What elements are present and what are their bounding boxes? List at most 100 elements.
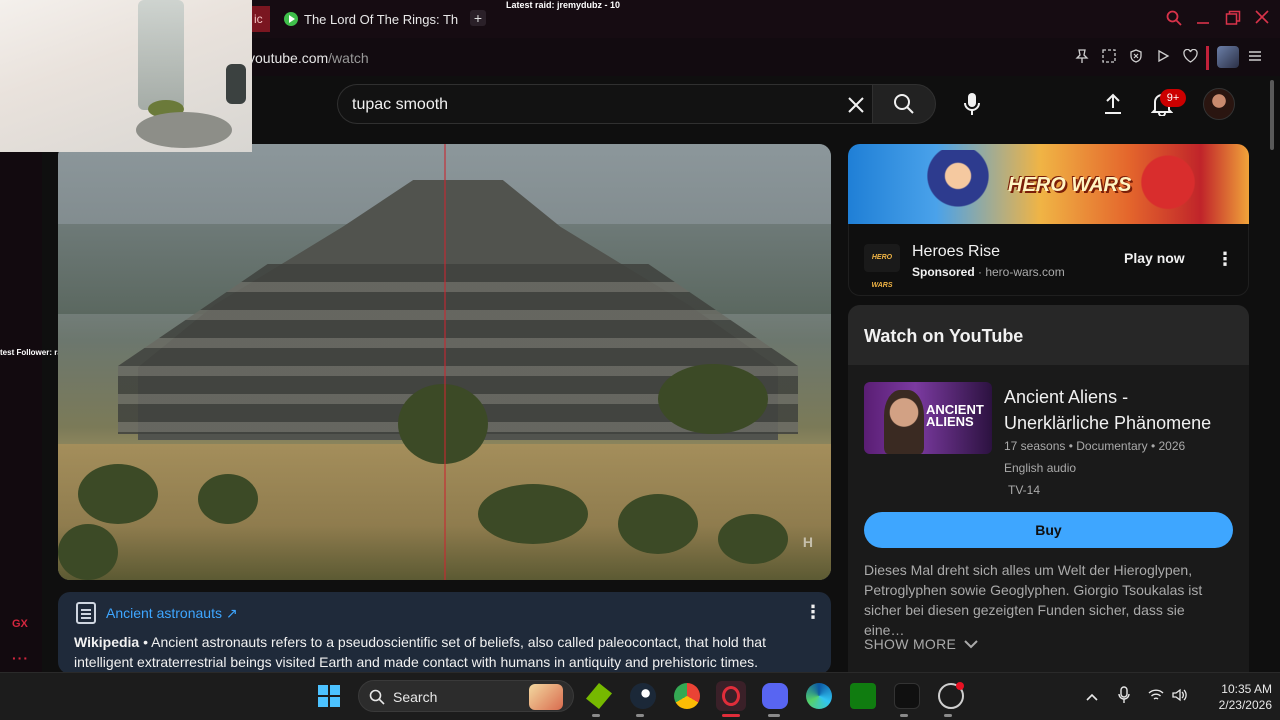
microphone-tray-icon[interactable] — [1118, 686, 1130, 707]
search-tabs-icon[interactable] — [1166, 10, 1182, 31]
browser-tab-active[interactable]: The Lord Of The Rings: Th — [276, 6, 462, 32]
thumbnail-title: ANCIENT ALIENS — [926, 402, 984, 429]
info-link-text: Ancient astronauts — [106, 605, 222, 621]
url-host: youtube.com — [248, 50, 329, 66]
chevron-up-icon[interactable] — [1086, 688, 1098, 704]
edge-icon[interactable] — [806, 683, 832, 709]
url-path: /watch — [328, 50, 369, 66]
video-frame-red-line — [444, 144, 446, 580]
video-frame-tree — [198, 474, 258, 524]
chrome-icon[interactable] — [674, 683, 700, 709]
windows-start-icon[interactable] — [317, 684, 341, 708]
ad-logo-icon[interactable]: HERO WARS — [864, 244, 900, 289]
search-button[interactable] — [872, 84, 936, 124]
thumbnail-face — [884, 390, 924, 454]
show-title[interactable]: Ancient Aliens - Unerklärliche Phänomene — [1004, 384, 1234, 436]
history-watermark: H — [802, 534, 813, 550]
ad-title[interactable]: Heroes Rise — [912, 243, 1000, 261]
easy-setup-icon[interactable] — [1248, 49, 1262, 66]
show-audio: English audio — [1004, 461, 1077, 475]
microphone-icon[interactable] — [958, 90, 986, 118]
ad-card — [848, 224, 1249, 296]
browser-sidebar — [0, 76, 42, 672]
app-indicator — [592, 714, 600, 717]
wifi-icon[interactable] — [1148, 688, 1164, 705]
search-icon — [894, 94, 914, 114]
info-panel-more-icon[interactable]: ⋮ — [804, 602, 822, 623]
chevron-down-icon — [964, 640, 978, 649]
gx-icon[interactable]: GX — [12, 618, 28, 630]
profile-avatar-icon[interactable] — [1217, 46, 1239, 68]
info-panel-link[interactable]: Ancient astronauts ↗ — [106, 605, 238, 622]
tab-title: The Lord Of The Rings: Th — [304, 11, 459, 27]
spotify-play-icon — [284, 12, 298, 26]
info-panel-text: Wikipedia • Ancient astronauts refers to… — [74, 632, 814, 672]
show-more-button[interactable]: SHOW MORE — [864, 636, 978, 652]
webcam-cushion — [136, 112, 232, 148]
sponsored-label: Sponsored — [912, 265, 975, 279]
app-icon[interactable] — [894, 683, 920, 709]
ad-banner-logo: HERO WARS — [1008, 174, 1132, 196]
maximize-icon[interactable] — [1225, 10, 1241, 31]
search-icon — [369, 689, 385, 705]
info-source: Wikipedia — [74, 634, 140, 650]
article-icon — [76, 602, 96, 624]
opera-gx-taskbar-button[interactable] — [716, 681, 746, 711]
clock-time: 10:35 AM — [1221, 682, 1272, 696]
more-sidebar-icon[interactable]: ··· — [12, 650, 29, 666]
notification-dot — [956, 682, 964, 690]
play-now-button[interactable]: Play now — [1124, 250, 1185, 266]
screen: ic The Lord Of The Rings: Th + Latest ra… — [0, 0, 1280, 720]
app-indicator — [900, 714, 908, 717]
info-body: • Ancient astronauts refers to a pseudos… — [74, 634, 766, 670]
ad-hero-right — [1118, 148, 1218, 224]
search-highlight-icon — [529, 684, 563, 710]
app-indicator — [768, 714, 780, 717]
pin-icon[interactable] — [1074, 49, 1090, 65]
video-frame-tree — [398, 384, 488, 464]
video-frame-tree — [478, 484, 588, 544]
show-rating: TV-14 — [1008, 483, 1041, 497]
video-frame-tree — [78, 464, 158, 524]
ad-block-icon[interactable] — [1128, 49, 1144, 65]
discord-icon[interactable] — [762, 683, 788, 709]
taskbar-clock[interactable]: 10:35 AM 2/23/2026 — [1196, 681, 1272, 713]
minimize-icon[interactable] — [1196, 10, 1210, 31]
notifications-badge: 9+ — [1160, 89, 1186, 107]
new-tab-button[interactable]: + — [470, 10, 486, 26]
clear-search-icon[interactable] — [843, 92, 869, 118]
search-box — [337, 84, 872, 124]
steam-icon[interactable] — [630, 683, 656, 709]
search-input[interactable] — [352, 94, 832, 116]
close-window-icon[interactable] — [1255, 10, 1269, 29]
upload-icon[interactable] — [1099, 90, 1127, 118]
video-frame-tree — [618, 494, 698, 554]
scrollbar-thumb[interactable] — [1270, 80, 1274, 150]
app-indicator — [636, 714, 644, 717]
webcam-curtain — [138, 0, 184, 110]
heart-icon[interactable] — [1182, 48, 1198, 65]
ad-banner-image[interactable]: HERO WARS — [848, 144, 1249, 224]
webcam-overlay — [0, 0, 252, 152]
active-app-indicator — [722, 714, 740, 717]
snapshot-icon[interactable] — [1101, 49, 1117, 65]
account-avatar[interactable] — [1203, 88, 1235, 120]
clock-date: 2/23/2026 — [1218, 698, 1272, 712]
video-frame-tree — [718, 514, 788, 564]
xbox-icon[interactable] — [850, 683, 876, 709]
external-link-icon: ↗ — [225, 605, 238, 621]
video-player[interactable]: H — [58, 144, 831, 580]
buy-button[interactable]: Buy — [864, 512, 1233, 548]
taskbar-search[interactable]: Search — [358, 680, 574, 712]
ad-domain: · hero-wars.com — [974, 265, 1065, 279]
volume-icon[interactable] — [1172, 688, 1188, 705]
address-url[interactable]: youtube.com/watch — [248, 50, 369, 66]
player-icon[interactable] — [1155, 49, 1171, 65]
ad-hero-left — [918, 150, 998, 224]
watch-on-youtube-heading: Watch on YouTube — [864, 326, 1024, 346]
video-frame-tree — [658, 364, 768, 434]
show-meta: 17 seasons • Documentary • 2026 — [1004, 439, 1186, 453]
stream-raid-overlay: Latest raid: jremydubz - 10 — [506, 0, 621, 10]
show-thumbnail[interactable]: ANCIENT ALIENS — [864, 382, 992, 454]
ad-more-icon[interactable]: ⋮ — [1216, 249, 1234, 270]
